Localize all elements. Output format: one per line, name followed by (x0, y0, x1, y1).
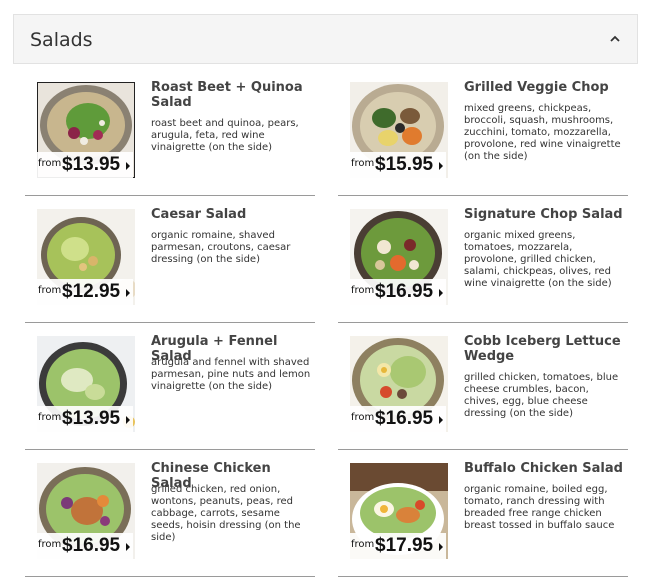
item-name[interactable]: Buffalo Chicken Salad (464, 461, 624, 476)
price-from-label: from (38, 285, 62, 296)
caret-right-icon (439, 162, 443, 170)
price-tag[interactable]: from $13.95 (37, 152, 133, 178)
menu-item-card[interactable]: from $16.95 Chinese Chicken Salad grille… (25, 451, 315, 577)
item-description: arugula and fennel with shaved parmesan,… (151, 357, 311, 392)
item-name[interactable]: Cobb Iceberg Lettuce Wedge (464, 334, 624, 364)
price-from-label: from (38, 158, 62, 169)
menu-item-card[interactable]: from $12.95 Caesar Salad organic romaine… (25, 197, 315, 323)
salads-section-header[interactable]: Salads (13, 14, 638, 64)
item-price: $16.95 (375, 408, 434, 429)
price-from-label: from (351, 539, 375, 550)
price-from-label: from (351, 285, 375, 296)
item-description: grilled chicken, red onion, wontons, pea… (151, 484, 301, 543)
item-price: $13.95 (62, 408, 121, 429)
caret-right-icon (439, 543, 443, 551)
price-tag[interactable]: from $17.95 (350, 533, 446, 559)
item-description: organic romaine, boiled egg, tomato, ran… (464, 484, 615, 531)
item-price: $13.95 (62, 154, 121, 175)
item-description: organic mixed greens, tomatoes, mozzarel… (464, 230, 612, 289)
menu-item-card[interactable]: from $13.95 Roast Beet + Quinoa Salad ro… (25, 70, 315, 196)
price-tag[interactable]: from $15.95 (350, 152, 446, 178)
item-name[interactable]: Roast Beet + Quinoa Salad (151, 80, 311, 110)
price-tag[interactable]: from $16.95 (350, 406, 446, 432)
chevron-up-icon[interactable] (609, 33, 621, 45)
item-price: $17.95 (375, 535, 434, 556)
menu-item-card[interactable]: from $15.95 Grilled Veggie Chop mixed gr… (338, 70, 628, 196)
item-name[interactable]: Grilled Veggie Chop (464, 80, 624, 95)
item-price: $15.95 (375, 154, 434, 175)
price-from-label: from (351, 412, 375, 423)
price-tag[interactable]: from $16.95 (350, 279, 446, 305)
caret-right-icon (126, 289, 130, 297)
item-price: $12.95 (62, 281, 121, 302)
price-from-label: from (351, 158, 375, 169)
caret-right-icon (439, 289, 443, 297)
menu-item-card[interactable]: from $16.95 Cobb Iceberg Lettuce Wedge g… (338, 324, 628, 450)
price-tag[interactable]: from $16.95 (37, 533, 133, 559)
price-tag[interactable]: from $13.95 (37, 406, 133, 432)
caret-right-icon (439, 416, 443, 424)
item-name[interactable]: Caesar Salad (151, 207, 311, 222)
item-name[interactable]: Signature Chop Salad (464, 207, 624, 222)
caret-right-icon (126, 543, 130, 551)
menu-item-card[interactable]: from $16.95 Signature Chop Salad organic… (338, 197, 628, 323)
menu-item-card[interactable]: from $17.95 Buffalo Chicken Salad organi… (338, 451, 628, 577)
menu-item-card[interactable]: from $13.95 Arugula + Fennel Salad arugu… (25, 324, 315, 450)
price-from-label: from (38, 539, 62, 550)
caret-right-icon (126, 416, 130, 424)
item-price: $16.95 (375, 281, 434, 302)
item-description: roast beet and quinoa, pears, arugula, f… (151, 118, 299, 153)
price-from-label: from (38, 412, 62, 423)
item-description: mixed greens, chickpeas, broccoli, squas… (464, 103, 621, 162)
caret-right-icon (126, 162, 130, 170)
price-tag[interactable]: from $12.95 (37, 279, 133, 305)
item-price: $16.95 (62, 535, 121, 556)
section-title: Salads (30, 29, 93, 51)
item-description: organic romaine, shaved parmesan, crouto… (151, 230, 291, 265)
item-description: grilled chicken, tomatoes, blue cheese c… (464, 372, 619, 419)
